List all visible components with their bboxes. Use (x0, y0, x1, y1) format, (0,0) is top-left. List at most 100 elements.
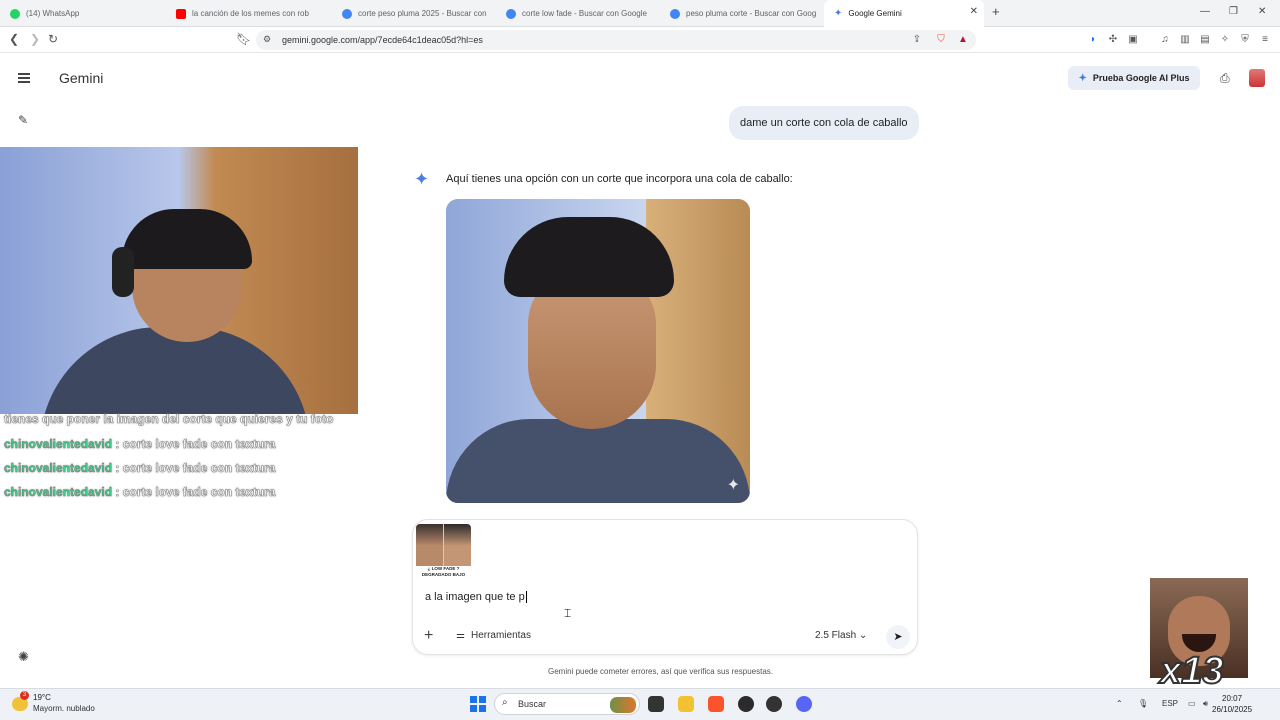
search-highlight-icon (610, 697, 636, 713)
media-icon[interactable]: ♫ (1159, 34, 1171, 46)
microphone-icon[interactable]: 🎙︎ (1138, 699, 1148, 708)
wallet-icon[interactable]: ▤ (1199, 34, 1211, 46)
thumb-left-photo (416, 524, 443, 568)
google-icon (670, 8, 680, 19)
brave-browser-icon[interactable] (708, 696, 724, 712)
new-chat-icon[interactable]: ✎ (18, 113, 28, 127)
brave-shield-icon[interactable]: ⛉ (935, 34, 947, 46)
clock-time[interactable]: 20:07 (1222, 694, 1242, 703)
thumb-caption-line-2: DEGRADADO BAJO (421, 572, 466, 577)
back-icon[interactable]: ❮ (9, 32, 19, 46)
sidebar-icon[interactable]: ▥ (1179, 34, 1191, 46)
language-indicator[interactable]: ESP (1162, 699, 1178, 708)
model-label: 2.5 Flash (815, 630, 857, 641)
image-hair (504, 217, 674, 297)
tab-whatsapp[interactable]: (14) WhatsApp (0, 0, 166, 27)
restore-icon[interactable]: ❐ (1229, 6, 1238, 17)
tab-google-search-2[interactable]: corte low fade - Buscar con Google (496, 0, 660, 27)
whatsapp-icon (10, 8, 20, 19)
tab-google-search-3[interactable]: peso pluma corte - Buscar con Goog (660, 0, 824, 27)
new-tab-icon[interactable]: + (992, 4, 1000, 19)
file-explorer-icon[interactable] (678, 696, 694, 712)
stream-chat-line: tienes que poner la imagen del corte que… (4, 412, 334, 427)
bookmark-icon[interactable]: 🔖︎ (236, 32, 251, 46)
google-icon (342, 8, 352, 19)
model-reply: Aquí tienes una opción con un corte que … (446, 173, 793, 185)
reload-icon[interactable]: ↻ (48, 32, 58, 46)
stream-chat-line: chinovalientedavid : corte love fade con… (4, 485, 276, 500)
webcam-overlay (0, 147, 358, 414)
chat-text: : corte love fade con textura (115, 461, 276, 476)
weather-description[interactable]: Mayorm. nublado (33, 704, 95, 713)
chat-text: : corte love fade con textura (115, 437, 276, 452)
browser-menu-icon[interactable]: ≡ (1259, 34, 1271, 46)
tab-label: la canción de los memes con rob (192, 9, 309, 18)
hamburger-menu-icon[interactable] (18, 73, 30, 83)
generated-image[interactable]: ✦ (446, 199, 750, 503)
tools-label: Herramientas (470, 630, 531, 641)
chat-username: chinovalientedavid (4, 461, 113, 476)
site-info-icon[interactable]: ⚙ (263, 34, 271, 45)
sliders-icon: ⚌ (456, 630, 465, 641)
tab-label: corte peso pluma 2025 - Buscar con (358, 9, 487, 18)
close-window-icon[interactable]: ✕ (1258, 6, 1266, 17)
youtube-icon (176, 8, 186, 19)
clock-date[interactable]: 26/10/2025 (1212, 705, 1252, 714)
thumb-right-photo (444, 524, 471, 568)
network-icon[interactable]: ▭ (1188, 699, 1196, 708)
tools-button[interactable]: ⚌ Herramientas (456, 630, 531, 641)
xbox-icon[interactable] (766, 696, 782, 712)
discord-icon[interactable] (796, 696, 812, 712)
tab-google-search-1[interactable]: corte peso pluma 2025 - Buscar con (332, 0, 496, 27)
chat-username: chinovalientedavid (4, 485, 113, 500)
settings-icon[interactable]: ✺ (18, 649, 29, 665)
text-caret (525, 591, 527, 604)
image-shirt (446, 419, 750, 503)
obs-icon[interactable] (738, 696, 754, 712)
task-view-icon[interactable] (648, 696, 664, 712)
notification-badge: 3 (20, 691, 29, 700)
upgrade-label: Prueba Google AI Plus (1092, 73, 1190, 83)
windows-taskbar (0, 688, 1280, 720)
read-aloud-icon[interactable]: ◗ (1087, 34, 1099, 46)
avatar[interactable] (1249, 69, 1265, 87)
upgrade-button[interactable]: ✦ Prueba Google AI Plus (1068, 66, 1200, 90)
tab-gemini[interactable]: ✦ Google Gemini ✕ (824, 0, 984, 27)
close-tab-icon[interactable]: ✕ (970, 6, 978, 17)
chat-text: : corte love fade con textura (115, 485, 276, 500)
volume-icon[interactable]: 🔊︎ (1203, 699, 1208, 709)
tab-youtube[interactable]: la canción de los memes con rob (166, 0, 332, 27)
windows-start-icon[interactable] (470, 696, 486, 712)
meme-counter: x13 (1159, 649, 1224, 693)
add-attachment-icon[interactable]: + (424, 627, 433, 645)
weather-temperature[interactable]: 19°C (33, 693, 51, 702)
tray-chevron-icon[interactable]: ⌃ (1116, 699, 1123, 708)
cam-person-hair (122, 209, 252, 269)
mouse-cursor-icon: ⌶ (564, 606, 572, 620)
attached-image-thumbnail[interactable]: ¿ LOW FADE ? DEGRADADO BAJO (416, 524, 471, 578)
app-title: Gemini (59, 70, 104, 86)
stream-chat-line: chinovalientedavid : corte love fade con… (4, 437, 276, 452)
extensions-icon[interactable]: ✣ (1107, 34, 1119, 46)
screenshot-icon[interactable]: ▣ (1127, 34, 1139, 46)
model-selector[interactable]: 2.5 Flash ⌄ (815, 630, 867, 641)
forward-icon[interactable]: ❯ (30, 32, 40, 46)
google-icon (506, 8, 516, 19)
url-text[interactable]: gemini.google.com/app/7ecde64c1deac05d?h… (282, 35, 483, 45)
gemini-spark-icon: ✦ (414, 169, 430, 189)
gemini-spark-icon: ✦ (834, 8, 843, 19)
tab-label: Google Gemini (848, 9, 902, 18)
minimize-icon[interactable]: — (1200, 6, 1210, 17)
vpn-icon[interactable]: ⛨ (1239, 34, 1251, 46)
print-icon[interactable]: ⎙ (1220, 71, 1230, 86)
headphones-icon (112, 247, 134, 297)
leo-ai-icon[interactable]: ✧ (1219, 34, 1231, 46)
brave-rewards-icon[interactable]: ▲ (957, 34, 969, 46)
prompt-input[interactable]: a la imagen que te p (425, 591, 527, 604)
tab-label: corte low fade - Buscar con Google (522, 9, 647, 18)
spark-icon: ✦ (1078, 72, 1087, 84)
send-button[interactable]: ➤ (886, 625, 910, 649)
stream-chat-line: chinovalientedavid : corte love fade con… (4, 461, 276, 476)
ai-watermark-icon: ✦ (726, 477, 740, 494)
share-icon[interactable]: ⇪ (911, 34, 923, 46)
